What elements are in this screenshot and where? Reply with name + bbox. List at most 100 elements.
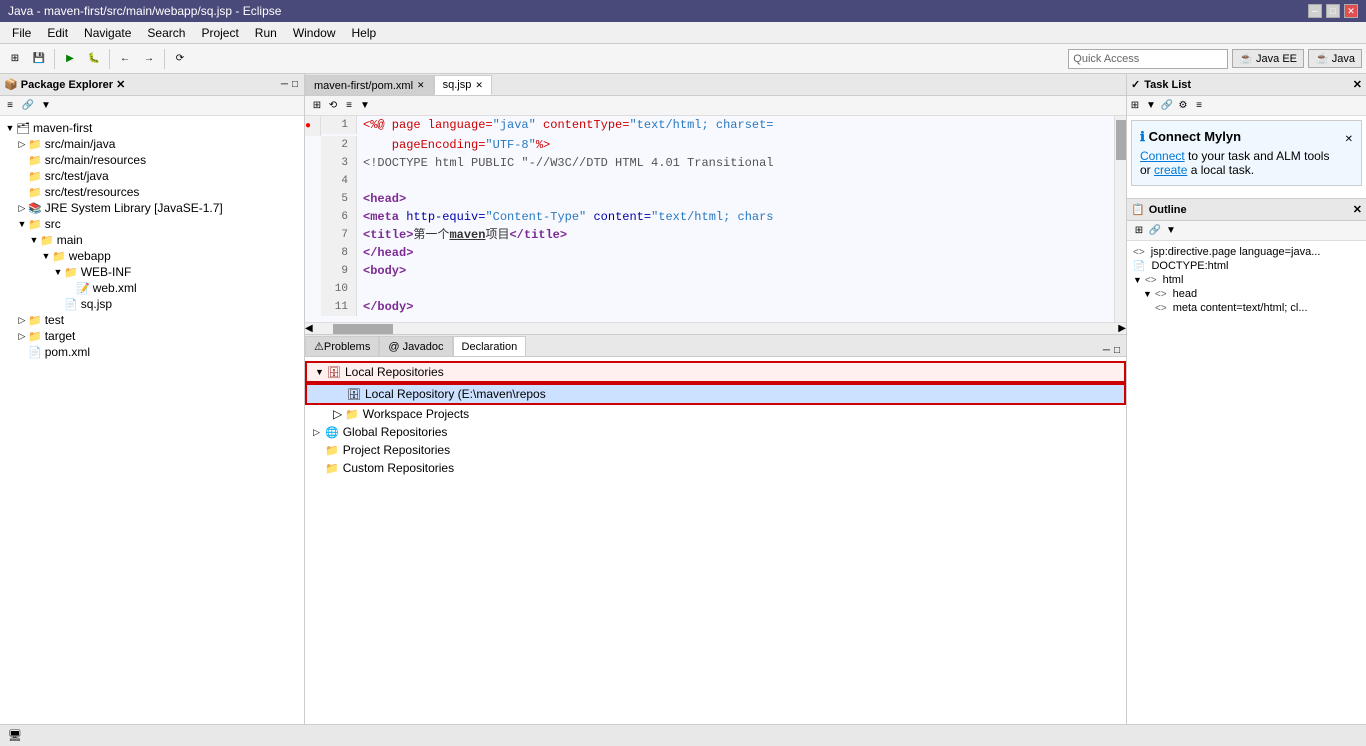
next-button[interactable]: → bbox=[138, 48, 160, 70]
editor-toolbar-menu[interactable]: ▼ bbox=[357, 98, 373, 114]
repo-custom-repos[interactable]: 📁 Custom Repositories bbox=[305, 459, 1126, 477]
tree-sq-jsp[interactable]: 📄 sq.jsp bbox=[0, 296, 304, 312]
task-btn-3[interactable]: 🔗 bbox=[1159, 98, 1175, 114]
tab-sq-jsp[interactable]: sq.jsp ✕ bbox=[434, 75, 492, 95]
run-button[interactable]: ▶ bbox=[59, 48, 81, 70]
repo-local-repository[interactable]: 🗄 Local Repository (E:\maven\repos bbox=[305, 383, 1126, 405]
hscroll-thumb[interactable] bbox=[333, 324, 393, 334]
perspective-java[interactable]: ☕ Java bbox=[1308, 49, 1362, 68]
outline-btn-3[interactable]: ▼ bbox=[1163, 223, 1179, 239]
toolbar-btn-extra[interactable]: ⟳ bbox=[169, 48, 191, 70]
tree-jre-system[interactable]: ▷ 📚 JRE System Library [JavaSE-1.7] bbox=[0, 200, 304, 216]
menu-navigate[interactable]: Navigate bbox=[76, 24, 139, 42]
toggle-icon: ▷ bbox=[16, 315, 28, 326]
editor-vscroll-thumb[interactable] bbox=[1116, 120, 1126, 160]
line-num-3: 3 bbox=[321, 154, 357, 172]
task-list-close[interactable]: ✕ bbox=[1353, 78, 1362, 91]
tab-problems[interactable]: ⚠ Problems bbox=[305, 336, 379, 356]
tree-main[interactable]: ▼ 📁 main bbox=[0, 232, 304, 248]
editor-toolbar-btn2[interactable]: ⟲ bbox=[325, 98, 341, 114]
tree-web-xml[interactable]: 📝 web.xml bbox=[0, 280, 304, 296]
prev-button[interactable]: ← bbox=[114, 48, 136, 70]
outline-btn-2[interactable]: 🔗 bbox=[1147, 223, 1163, 239]
tree-webapp[interactable]: ▼ 📁 webapp bbox=[0, 248, 304, 264]
menu-help[interactable]: Help bbox=[344, 24, 385, 42]
connect-mylyn-text2: or create a local task. bbox=[1140, 163, 1353, 177]
outline-html[interactable]: ▼ <> html bbox=[1131, 273, 1362, 287]
collapse-all-btn[interactable]: ≡ bbox=[2, 98, 18, 114]
tab-javadoc[interactable]: @ Javadoc bbox=[379, 336, 452, 356]
hscroll-track[interactable] bbox=[313, 324, 1119, 334]
tab-declaration[interactable]: Declaration bbox=[453, 336, 527, 356]
debug-button[interactable]: 🐛 bbox=[83, 48, 105, 70]
maximize-button[interactable]: □ bbox=[1326, 4, 1340, 18]
connect-mylyn-close[interactable]: ✕ bbox=[1345, 134, 1353, 145]
tree-src-main-java[interactable]: ▷ 📁 src/main/java bbox=[0, 136, 304, 152]
tree-maven-first[interactable]: ▼ 🗂 maven-first bbox=[0, 120, 304, 136]
bottom-maximize-btn[interactable]: □ bbox=[1112, 345, 1122, 356]
editor-toolbar-collapse[interactable]: ≡ bbox=[341, 98, 357, 114]
close-button[interactable]: ✕ bbox=[1344, 4, 1358, 18]
menu-edit[interactable]: Edit bbox=[39, 24, 76, 42]
save-button[interactable]: 💾 bbox=[28, 48, 50, 70]
tab-problems-label: Problems bbox=[324, 341, 370, 353]
editor-vscrollbar[interactable] bbox=[1114, 116, 1126, 322]
menu-window[interactable]: Window bbox=[285, 24, 344, 42]
maximize-panel-button[interactable]: □ bbox=[290, 79, 300, 90]
menu-search[interactable]: Search bbox=[139, 24, 193, 42]
outline-btn-1[interactable]: ⊞ bbox=[1131, 223, 1147, 239]
outline-html-label: html bbox=[1163, 274, 1184, 286]
tree-src-test-resources[interactable]: 📁 src/test/resources bbox=[0, 184, 304, 200]
repo-project-repos[interactable]: 📁 Project Repositories bbox=[305, 441, 1126, 459]
editor-hscrollbar[interactable]: ◀ ▶ bbox=[305, 322, 1126, 334]
outline-jsp-directive[interactable]: <> jsp:directive.page language=java... bbox=[1131, 245, 1362, 259]
repo-custom-label: Custom Repositories bbox=[343, 461, 454, 475]
outline-meta[interactable]: <> meta content=text/html; cl... bbox=[1131, 301, 1362, 315]
quick-access-input[interactable]: Quick Access bbox=[1068, 49, 1228, 69]
outline-head[interactable]: ▼ <> head bbox=[1131, 287, 1362, 301]
task-btn-1[interactable]: ⊞ bbox=[1127, 98, 1143, 114]
tab-sq-close[interactable]: ✕ bbox=[475, 80, 483, 91]
bottom-minimize-btn[interactable]: ─ bbox=[1101, 345, 1112, 356]
create-link[interactable]: create bbox=[1154, 163, 1187, 177]
editor-scroll-area[interactable]: ● 1 <%@ page language="java" contentType… bbox=[305, 116, 1126, 322]
line-gutter-1: ● bbox=[305, 116, 321, 136]
new-button[interactable]: ⊞ bbox=[4, 48, 26, 70]
outline-doctype[interactable]: 📄 DOCTYPE:html bbox=[1131, 259, 1362, 273]
info-icon: ℹ bbox=[1140, 129, 1145, 144]
code-line-10: 10 bbox=[305, 280, 1126, 298]
menu-file[interactable]: File bbox=[4, 24, 39, 42]
tree-target[interactable]: ▷ 📁 target bbox=[0, 328, 304, 344]
minimize-button[interactable]: ─ bbox=[1308, 4, 1322, 18]
scroll-left-btn[interactable]: ◀ bbox=[305, 323, 313, 334]
minimize-panel-button[interactable]: ─ bbox=[279, 79, 290, 90]
menu-run[interactable]: Run bbox=[247, 24, 285, 42]
tree-pom-xml[interactable]: 📄 pom.xml bbox=[0, 344, 304, 360]
tab-pom-close[interactable]: ✕ bbox=[417, 80, 425, 91]
task-btn-5[interactable]: ≡ bbox=[1191, 98, 1207, 114]
tree-src-test-java[interactable]: 📁 src/test/java bbox=[0, 168, 304, 184]
code-line-3: 3 <!DOCTYPE html PUBLIC "-//W3C//DTD HTM… bbox=[305, 154, 1126, 172]
editor-toolbar-btn1[interactable]: ⊞ bbox=[309, 98, 325, 114]
task-btn-2[interactable]: ▼ bbox=[1143, 98, 1159, 114]
folder-icon: 📁 bbox=[28, 170, 42, 183]
tree-test[interactable]: ▷ 📁 test bbox=[0, 312, 304, 328]
repo-global-repos[interactable]: ▷ 🌐 Global Repositories bbox=[305, 423, 1126, 441]
menu-btn[interactable]: ▼ bbox=[38, 98, 54, 114]
menu-project[interactable]: Project bbox=[193, 24, 246, 42]
link-editor-btn[interactable]: 🔗 bbox=[20, 98, 36, 114]
connect-link[interactable]: Connect bbox=[1140, 149, 1185, 163]
task-btn-4[interactable]: ⚙ bbox=[1175, 98, 1191, 114]
tree-webinf[interactable]: ▼ 📁 WEB-INF bbox=[0, 264, 304, 280]
repo-local-repos[interactable]: ▼ 🗄 Local Repositories bbox=[305, 361, 1126, 383]
repo-workspace-projects[interactable]: ▷ 📁 Workspace Projects bbox=[305, 405, 1126, 423]
line-num-6: 6 bbox=[321, 208, 357, 226]
pom-icon: 📄 bbox=[28, 346, 42, 359]
outline-close[interactable]: ✕ bbox=[1353, 203, 1362, 216]
task-toolbar: ⊞ ▼ 🔗 ⚙ ≡ bbox=[1127, 96, 1366, 116]
tab-pom-xml[interactable]: maven-first/pom.xml ✕ bbox=[305, 75, 434, 95]
perspective-javaee[interactable]: ☕ Java EE bbox=[1232, 49, 1304, 68]
tree-src[interactable]: ▼ 📁 src bbox=[0, 216, 304, 232]
tree-src-main-resources[interactable]: 📁 src/main/resources bbox=[0, 152, 304, 168]
scroll-right-btn[interactable]: ▶ bbox=[1118, 323, 1126, 334]
